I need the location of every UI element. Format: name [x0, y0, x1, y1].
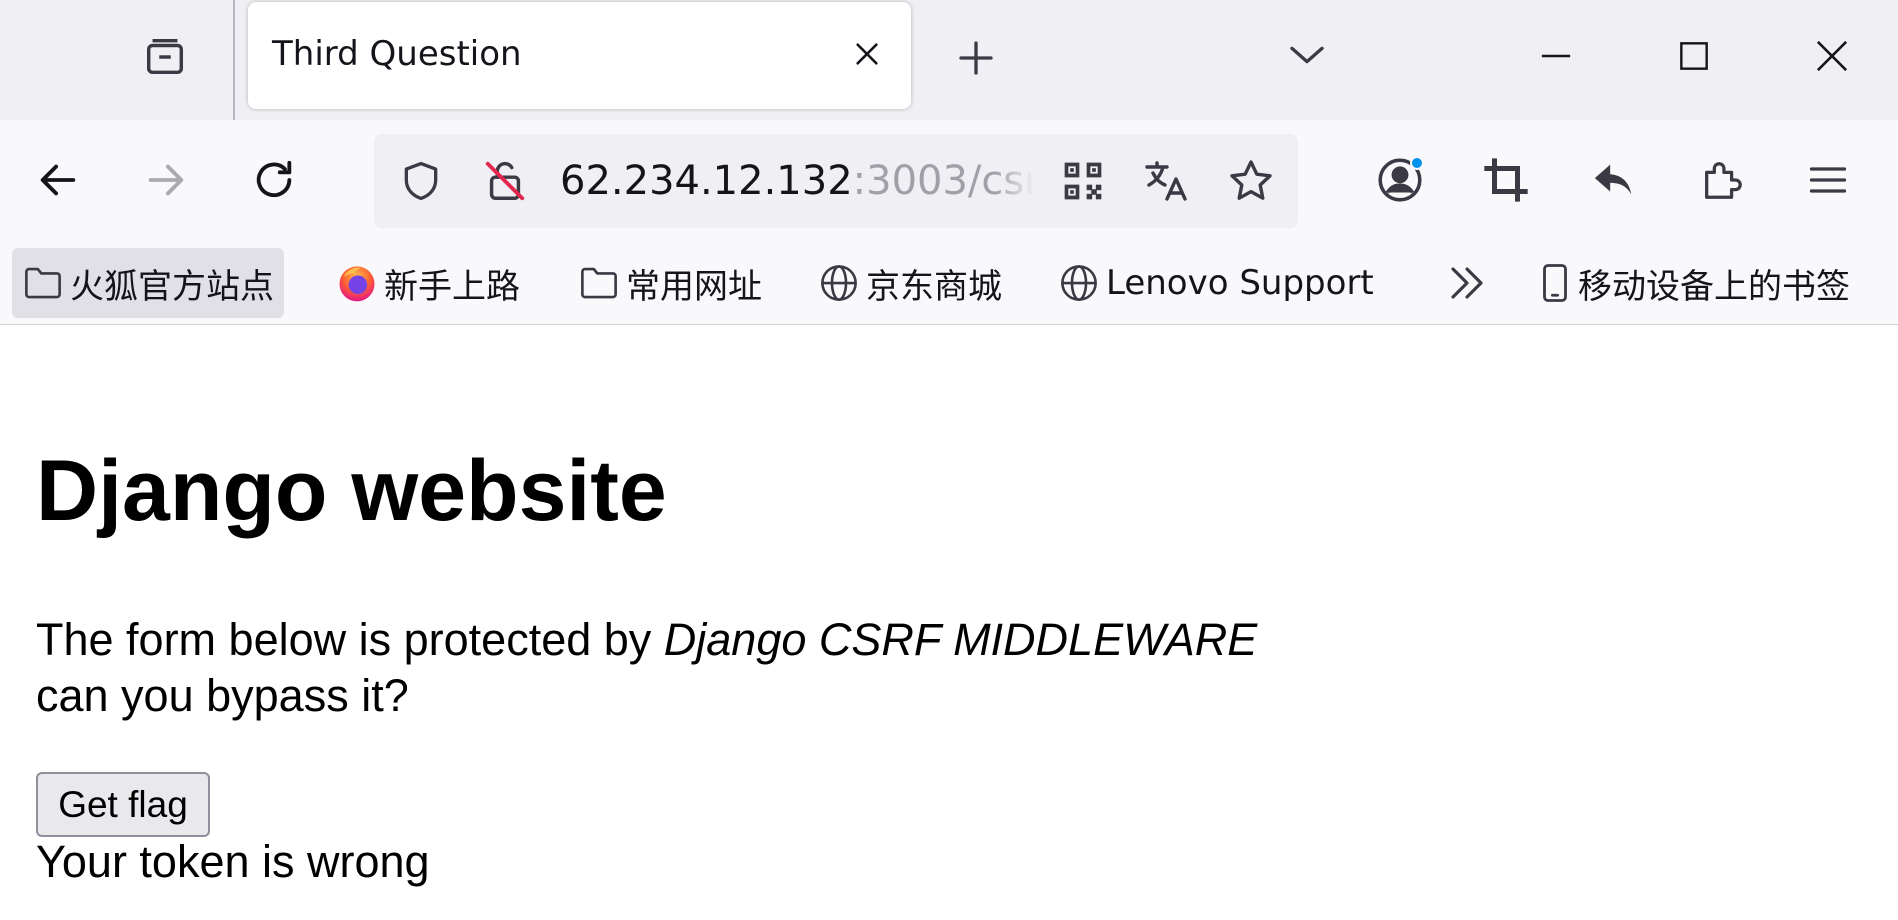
list-all-tabs-chevron-down-icon[interactable] — [1282, 30, 1332, 80]
account-avatar-icon[interactable] — [1372, 152, 1428, 208]
bookmark-label: 京东商城 — [866, 266, 1002, 307]
notification-dot — [1410, 156, 1424, 170]
bookmark-label: 火狐官方站点 — [70, 266, 274, 307]
bookmark-folder-firefox-official[interactable]: 火狐官方站点 — [12, 248, 284, 318]
page-title: Django website — [36, 443, 667, 539]
url-field[interactable]: 62.234.12.132:3003/csrf/ — [560, 158, 1035, 204]
tab-third-question[interactable]: Third Question — [248, 2, 911, 109]
tab-divider — [233, 0, 235, 120]
bookmark-mobile-bookmarks[interactable]: 移动设备上的书签 — [1524, 248, 1860, 318]
tab-strip: Third Question — [0, 0, 1898, 120]
screenshot-crop-icon[interactable] — [1478, 152, 1534, 208]
translate-icon[interactable] — [1140, 154, 1194, 208]
undo-arrow-icon[interactable] — [1586, 152, 1642, 208]
bookmark-label: 新手上路 — [384, 266, 520, 307]
page-content: Django website The form below is protect… — [0, 326, 1898, 920]
result-message: Your token is wrong — [36, 836, 430, 887]
bookmark-star-icon[interactable] — [1224, 154, 1278, 208]
qr-code-icon[interactable] — [1056, 154, 1110, 208]
reload-icon[interactable] — [246, 152, 302, 208]
bookmark-getting-started[interactable]: 新手上路 — [326, 248, 530, 318]
firefox-icon — [336, 262, 378, 304]
close-window-icon[interactable] — [1806, 30, 1858, 82]
url-host: 62.234.12.132 — [560, 158, 853, 204]
insecure-connection-lock-icon[interactable] — [478, 154, 532, 208]
url-bar[interactable]: 62.234.12.132:3003/csrf/ — [374, 134, 1298, 228]
mobile-icon — [1534, 262, 1576, 304]
bookmark-label: 移动设备上的书签 — [1578, 266, 1850, 307]
description-prefix: The form below is protected by — [36, 614, 664, 665]
new-tab-plus-icon[interactable] — [950, 32, 1002, 84]
get-flag-button[interactable]: Get flag — [36, 772, 210, 837]
globe-icon — [818, 262, 860, 304]
hamburger-menu-icon[interactable] — [1800, 152, 1856, 208]
maximize-window-icon[interactable] — [1668, 30, 1720, 82]
tab-title: Third Question — [272, 34, 522, 74]
navigation-toolbar: 62.234.12.132:3003/csrf/ — [0, 120, 1898, 245]
bookmark-label: 常用网址 — [626, 266, 762, 307]
tab-close-icon[interactable] — [845, 32, 889, 76]
bookmark-lenovo-support[interactable]: Lenovo Support — [1048, 248, 1384, 318]
firefox-view-icon[interactable] — [140, 32, 190, 82]
bookmarks-toolbar: 火狐官方站点 新手上路 常用网址 京东商城 Lenovo Support 移动设… — [0, 245, 1898, 325]
back-arrow-icon[interactable] — [30, 152, 86, 208]
forward-arrow-icon[interactable] — [138, 152, 194, 208]
globe-icon — [1058, 262, 1100, 304]
bookmark-jd-mall[interactable]: 京东商城 — [808, 248, 1012, 318]
description-emphasis: Django CSRF MIDDLEWARE — [663, 614, 1258, 665]
folder-icon — [578, 262, 620, 304]
bookmarks-overflow-chevron-icon[interactable] — [1436, 248, 1498, 318]
folder-icon — [22, 262, 64, 304]
page-description: The form below is protected by Django CS… — [36, 612, 1257, 724]
bookmark-label: Lenovo Support — [1106, 263, 1374, 303]
minimize-window-icon[interactable] — [1530, 30, 1582, 82]
description-suffix: can you bypass it? — [36, 670, 409, 721]
extensions-puzzle-icon[interactable] — [1694, 152, 1750, 208]
tracking-protection-shield-icon[interactable] — [394, 154, 448, 208]
bookmark-folder-common-sites[interactable]: 常用网址 — [568, 248, 772, 318]
